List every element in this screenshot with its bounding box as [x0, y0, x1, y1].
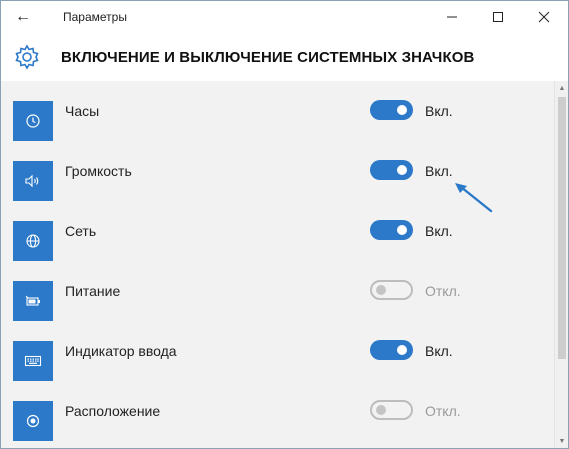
clock-tile	[13, 101, 53, 141]
settings-window: ← Параметры ВКЛЮЧЕНИЕ И ВЫКЛЮЧЕНИЕ СИСТЕ…	[0, 0, 569, 449]
title-bar: ← Параметры	[1, 1, 568, 33]
close-icon	[538, 11, 550, 23]
toggle-knob	[397, 165, 407, 175]
volume-toggle[interactable]	[370, 160, 413, 180]
scrollbar-thumb[interactable]	[558, 97, 566, 359]
toggle-knob	[376, 285, 386, 295]
toggle-knob	[397, 345, 407, 355]
toggle-state-text: Вкл.	[425, 103, 453, 119]
setting-label: Громкость	[65, 163, 132, 179]
setting-row-input-indicator: Индикатор ввода Вкл.	[1, 321, 554, 381]
vertical-scrollbar[interactable]: ▲ ▼	[554, 81, 568, 448]
setting-row-clock: Часы Вкл.	[1, 81, 554, 141]
clock-toggle[interactable]	[370, 100, 413, 120]
location-tile	[13, 401, 53, 441]
battery-icon	[25, 295, 40, 306]
page-header: ВКЛЮЧЕНИЕ И ВЫКЛЮЧЕНИЕ СИСТЕМНЫХ ЗНАЧКОВ	[1, 33, 568, 81]
minimize-button[interactable]	[429, 1, 475, 33]
setting-label: Расположение	[65, 403, 161, 419]
toggle-state-text: Откл.	[425, 403, 461, 419]
network-toggle[interactable]	[370, 220, 413, 240]
setting-label: Индикатор ввода	[65, 343, 177, 359]
toggle-state-text: Откл.	[425, 283, 461, 299]
scroll-up-button[interactable]: ▲	[555, 81, 568, 95]
setting-row-volume: Громкость Вкл.	[1, 141, 554, 201]
back-button[interactable]: ←	[9, 5, 37, 29]
gear-icon	[15, 44, 39, 70]
toggle-knob	[376, 405, 386, 415]
network-globe-icon	[26, 234, 40, 248]
scroll-up-icon: ▲	[558, 84, 566, 92]
toggle-state-text: Вкл.	[425, 343, 453, 359]
setting-row-location: Расположение Откл.	[1, 381, 554, 441]
setting-label: Часы	[65, 103, 100, 119]
keyboard-icon	[24, 355, 42, 367]
setting-row-power: Питание Откл.	[1, 261, 554, 321]
maximize-icon	[493, 12, 503, 22]
power-toggle[interactable]	[370, 280, 413, 300]
toggle-knob	[397, 225, 407, 235]
minimize-icon	[447, 16, 457, 18]
app-title: Параметры	[63, 10, 127, 24]
network-tile	[13, 221, 53, 261]
toggle-state-text: Вкл.	[425, 163, 453, 179]
volume-tile	[13, 161, 53, 201]
power-tile	[13, 281, 53, 321]
clock-icon	[26, 114, 40, 128]
location-icon	[26, 414, 40, 428]
input-indicator-toggle[interactable]	[370, 340, 413, 360]
toggle-knob	[397, 105, 407, 115]
setting-label: Питание	[65, 283, 121, 299]
toggle-state-text: Вкл.	[425, 223, 453, 239]
scroll-down-button[interactable]: ▼	[555, 434, 568, 448]
location-toggle[interactable]	[370, 400, 413, 420]
page-title: ВКЛЮЧЕНИЕ И ВЫКЛЮЧЕНИЕ СИСТЕМНЫХ ЗНАЧКОВ	[61, 49, 475, 66]
volume-icon	[25, 174, 39, 188]
setting-label: Сеть	[65, 223, 97, 239]
settings-list: Часы Вкл. Громкость Вкл. Сеть Вкл. Питан…	[1, 81, 554, 448]
back-arrow-icon: ←	[15, 8, 31, 25]
close-button[interactable]	[521, 1, 567, 33]
input-indicator-tile	[13, 341, 53, 381]
maximize-button[interactable]	[475, 1, 521, 33]
scroll-down-icon: ▼	[558, 437, 566, 445]
setting-row-network: Сеть Вкл.	[1, 201, 554, 261]
